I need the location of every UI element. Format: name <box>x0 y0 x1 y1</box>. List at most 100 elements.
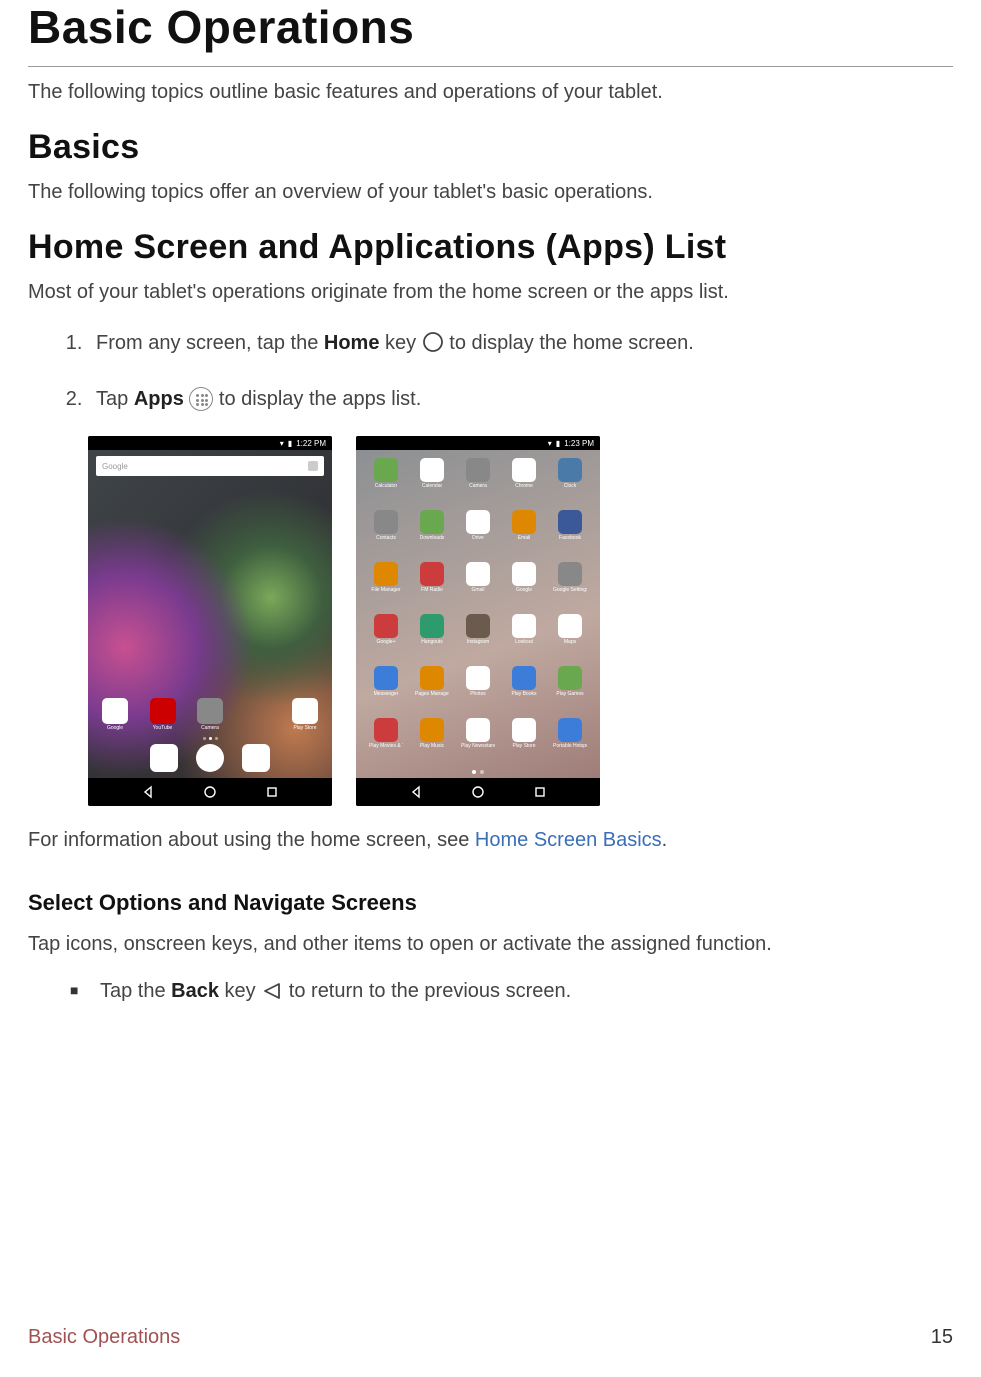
apps-grid-item: Downloads <box>410 510 454 558</box>
app-label: Play Games <box>556 691 583 697</box>
apps-grid-item: Gmail <box>456 562 500 610</box>
home-app: Play Store <box>288 698 322 731</box>
apps-grid-item: Google+ <box>364 614 408 662</box>
status-bar: ▾ ▮ 1:22 PM <box>88 436 332 450</box>
bullet-c: to return to the previous screen. <box>283 980 571 1002</box>
apps-grid-item: Play Store <box>502 718 546 766</box>
apps-grid-item: Lookout <box>502 614 546 662</box>
app-label: Maps <box>564 639 576 645</box>
app-label: Photos <box>470 691 486 697</box>
app-label: Google Settings <box>553 587 587 593</box>
app-label: Downloads <box>420 535 445 541</box>
apps-grid-item: Play Newsstand <box>456 718 500 766</box>
signal-icon: ▾ <box>548 439 552 448</box>
app-icon <box>466 666 490 690</box>
dock-app-icon <box>242 744 270 772</box>
app-icon <box>466 458 490 482</box>
bullet-back: Tap the Back key to return to the previo… <box>88 976 953 1010</box>
apps-grid-item: Photos <box>456 666 500 714</box>
app-icon <box>374 666 398 690</box>
apps-grid: CalculatorCalendarCameraChromeClockConta… <box>364 458 592 766</box>
apps-grid-item: FM Radio <box>410 562 454 610</box>
dock <box>98 744 322 772</box>
app-label: Play Newsstand <box>461 743 495 749</box>
app-icon <box>466 718 490 742</box>
battery-icon: ▮ <box>556 439 560 448</box>
home-screen-basics-link[interactable]: Home Screen Basics <box>475 829 662 851</box>
home-app: Camera <box>193 698 227 731</box>
app-label: Camera <box>201 725 219 731</box>
app-label: Portable Hotspot <box>553 743 587 749</box>
app-label: Calendar <box>422 483 442 489</box>
app-icon <box>512 614 536 638</box>
heading-select-options: Select Options and Navigate Screens <box>28 890 953 916</box>
page-footer: Basic Operations 15 <box>28 1326 953 1349</box>
app-icon <box>420 614 444 638</box>
apps-grid-item: Google Settings <box>548 562 592 610</box>
step2-text-c: to display the apps list. <box>213 388 421 410</box>
app-icon <box>558 562 582 586</box>
after-b: . <box>662 829 668 851</box>
apps-grid-item: Email <box>502 510 546 558</box>
apps-grid-item: Camera <box>456 458 500 506</box>
apps-grid-item: Clock <box>548 458 592 506</box>
bullet-a: Tap the <box>100 980 171 1002</box>
app-icon <box>420 510 444 534</box>
app-label: Hangouts <box>421 639 442 645</box>
app-label: Google <box>107 725 123 731</box>
app-label: File Manager <box>371 587 400 593</box>
app-label: Camera <box>469 483 487 489</box>
screenshot-home: ▾ ▮ 1:22 PM Google Google YouTube Camera Pl… <box>88 436 332 806</box>
apps-grid-item: Play Music <box>410 718 454 766</box>
app-icon <box>512 666 536 690</box>
heading-home-apps: Home Screen and Applications (Apps) List <box>28 228 953 267</box>
app-icon <box>420 666 444 690</box>
apps-icon <box>189 387 213 411</box>
screenshot-apps: ▾ ▮ 1:23 PM CalculatorCalendarCameraChro… <box>356 436 600 806</box>
app-label: YouTube <box>153 725 173 731</box>
apps-grid-item: Hangouts <box>410 614 454 662</box>
back-icon <box>261 980 283 1010</box>
app-icon <box>512 510 536 534</box>
app-label: Google <box>516 587 532 593</box>
apps-grid-item: Instagram <box>456 614 500 662</box>
battery-icon: ▮ <box>288 439 292 448</box>
apps-grid-item: Maps <box>548 614 592 662</box>
nav-home-icon <box>471 785 485 799</box>
page-title: Basic Operations <box>28 0 953 67</box>
step1-home-bold: Home <box>324 332 380 354</box>
home-app <box>241 698 275 731</box>
app-label: Drive <box>472 535 484 541</box>
steps-list: From any screen, tap the Home key to dis… <box>28 328 953 414</box>
page-indicator <box>98 737 322 740</box>
app-icon <box>197 698 223 724</box>
signal-icon: ▾ <box>280 439 284 448</box>
bullet-list: Tap the Back key to return to the previo… <box>28 976 953 1010</box>
app-icon <box>374 458 398 482</box>
step2-text-a: Tap <box>96 388 134 410</box>
after-a: For information about using the home scr… <box>28 829 475 851</box>
status-time: 1:23 PM <box>564 439 594 448</box>
app-icon <box>102 698 128 724</box>
app-label: Gmail <box>471 587 484 593</box>
search-bar: Google <box>96 456 324 476</box>
nav-back-icon <box>141 785 155 799</box>
app-icon <box>558 666 582 690</box>
app-label: Pages Manager <box>415 691 449 697</box>
apps-grid-item: File Manager <box>364 562 408 610</box>
app-label: Play Movies & TV <box>369 743 403 749</box>
app-icon <box>420 458 444 482</box>
app-icon <box>374 562 398 586</box>
app-icon <box>512 718 536 742</box>
apps-grid-item: Chrome <box>502 458 546 506</box>
home-after-text: For information about using the home scr… <box>28 826 953 854</box>
nav-recent-icon <box>265 785 279 799</box>
app-label: Facebook <box>559 535 581 541</box>
page-indicator <box>364 770 592 774</box>
app-icon <box>420 562 444 586</box>
app-icon <box>466 510 490 534</box>
apps-grid-item: Contacts <box>364 510 408 558</box>
app-icon <box>292 698 318 724</box>
app-label: Chrome <box>515 483 533 489</box>
app-label: Play Books <box>511 691 536 697</box>
